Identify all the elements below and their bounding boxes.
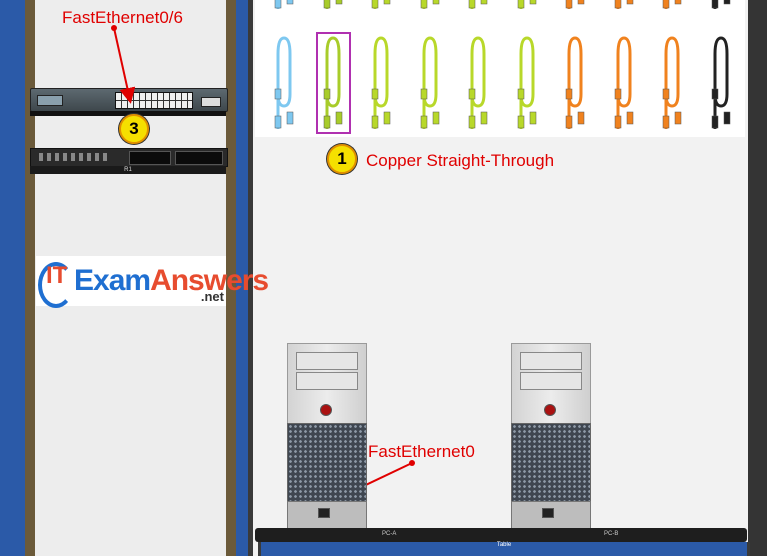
drive-bay [520,352,582,370]
ethernet-port[interactable] [542,508,554,518]
drive-bay [520,372,582,390]
cable-type-callout: Copper Straight-Through [366,151,555,170]
pc-vent-grille [511,423,591,503]
annotation-arrows [111,25,415,506]
pc-io-panel [287,501,367,530]
pc-b-tower[interactable] [511,343,591,530]
power-button[interactable] [320,404,332,416]
drive-bay [296,372,358,390]
pc-b-label: PC-B [604,531,619,537]
step-3-badge: 3 [119,114,149,144]
pc-vent-grille [287,423,367,503]
table-label: Table [258,542,750,556]
step-1-badge: 1 [327,144,357,174]
ethernet-port[interactable] [318,508,330,518]
drive-bay [296,352,358,370]
table-top [255,528,747,542]
pc-front-panel [287,343,367,425]
pc-a-tower[interactable] [287,343,367,530]
pc-a-label: PC-A [382,531,397,537]
pc-port-callout: FastEthernet0 [368,442,475,461]
power-button[interactable] [544,404,556,416]
pc-io-panel [511,501,591,530]
pc-front-panel [511,343,591,425]
